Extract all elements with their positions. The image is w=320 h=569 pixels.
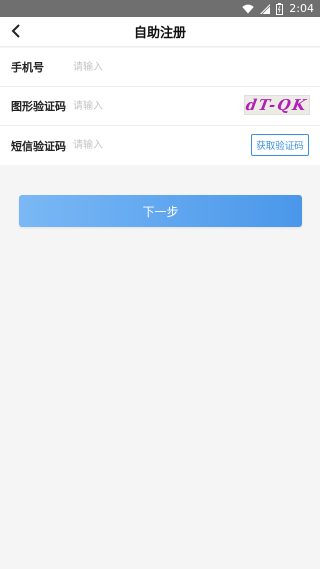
signal-icon <box>260 3 271 14</box>
phone-input[interactable] <box>73 55 233 79</box>
next-step-button[interactable]: 下一步 <box>19 195 302 227</box>
phone-row: 手机号 <box>0 48 320 87</box>
sms-code-input[interactable] <box>73 133 233 158</box>
status-bar: 2:04 <box>0 0 320 17</box>
chevron-left-icon <box>11 23 21 42</box>
phone-label: 手机号 <box>11 61 44 74</box>
battery-icon <box>276 2 284 15</box>
captcha-input[interactable] <box>73 94 233 118</box>
status-time: 2:04 <box>289 2 314 15</box>
captcha-label: 图形验证码 <box>11 100 66 113</box>
wifi-icon <box>242 4 254 14</box>
captcha-text: dT-QK <box>244 96 310 114</box>
page-title: 自助注册 <box>133 26 186 41</box>
sms-label: 短信验证码 <box>11 139 66 153</box>
captcha-image[interactable]: dT-QK <box>244 95 310 115</box>
nav-bar: 自助注册 <box>0 17 320 47</box>
back-button[interactable] <box>6 22 26 42</box>
get-sms-code-button[interactable]: 获取验证码 <box>251 134 309 156</box>
